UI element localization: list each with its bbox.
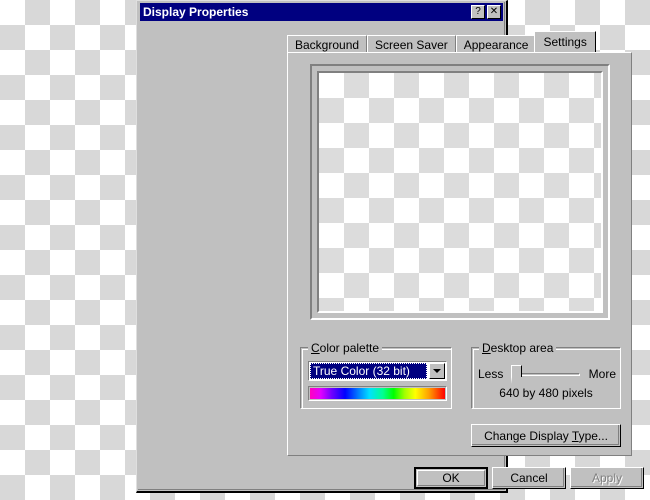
tab-strip: Background Screen Saver Appearance Setti… <box>287 31 627 53</box>
desktop-area-slider-row: Less More <box>478 362 616 386</box>
resolution-text: 640 by 480 pixels <box>499 386 593 400</box>
display-properties-dialog: Display Properties ? ✕ Background Screen… <box>136 0 644 493</box>
color-gradient-fill <box>310 388 445 399</box>
apply-button-label: Apply <box>591 471 623 485</box>
slider-more-label: More <box>588 367 616 381</box>
tab-appearance[interactable]: Appearance <box>455 35 537 52</box>
desktop-area-label: Desktop area <box>479 341 557 355</box>
monitor-preview-bezel <box>317 71 603 313</box>
ok-button[interactable]: OK <box>414 467 488 489</box>
slider-less-label: Less <box>478 367 504 381</box>
ok-button-label: OK <box>442 471 460 485</box>
close-icon[interactable]: ✕ <box>487 5 501 19</box>
tab-settings[interactable]: Settings <box>534 31 596 52</box>
desktop-area-group: Desktop area Less More 640 by 480 pixels <box>471 341 621 409</box>
slider-track[interactable] <box>512 373 580 376</box>
color-palette-group: Color palette True Color (32 bit) <box>300 341 452 409</box>
change-display-type-label: Change Display Type... <box>484 428 608 443</box>
change-display-type-button[interactable]: Change Display Type... <box>471 424 621 447</box>
cancel-button[interactable]: Cancel <box>492 467 566 489</box>
tab-background[interactable]: Background <box>287 35 368 52</box>
color-palette-combobox[interactable]: True Color (32 bit) <box>308 361 447 381</box>
tab-row: Background Screen Saver Appearance Setti… <box>287 31 596 52</box>
desktop-area-slider[interactable] <box>510 363 581 385</box>
cancel-button-label: Cancel <box>510 471 548 485</box>
settings-panel: Color palette True Color (32 bit) Deskto… <box>287 52 632 456</box>
tab-screen-saver[interactable]: Screen Saver <box>367 35 456 52</box>
monitor-preview-screen[interactable] <box>319 73 601 311</box>
color-palette-selected-value: True Color (32 bit) <box>310 363 427 379</box>
color-palette-label: Color palette <box>308 341 383 355</box>
window-title: Display Properties <box>143 5 249 19</box>
chevron-down-icon[interactable] <box>429 363 445 379</box>
title-bar[interactable]: Display Properties ? ✕ <box>140 3 503 21</box>
apply-button: Apply <box>570 467 644 489</box>
color-gradient-bar <box>308 386 447 401</box>
help-icon[interactable]: ? <box>471 5 485 19</box>
slider-thumb[interactable] <box>510 365 523 385</box>
titlebar-buttons: ? ✕ <box>471 5 501 19</box>
monitor-preview <box>310 64 610 320</box>
